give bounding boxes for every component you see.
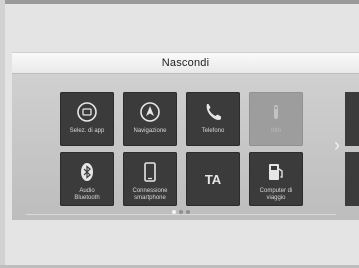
page-dot-active[interactable]: [172, 210, 176, 214]
tile-label: Selez. di app: [69, 128, 105, 134]
tile-trip-computer[interactable]: Computer di viaggio: [249, 152, 303, 206]
tile-label: Navigazione: [133, 128, 167, 134]
tile-label: Connessione smartphone: [132, 188, 168, 201]
page-dot[interactable]: [186, 210, 190, 214]
page-indicator: [172, 210, 190, 214]
phone-icon: [200, 99, 226, 125]
tile-traffic-announcement[interactable]: TA: [186, 152, 240, 206]
tile-bluetooth-audio[interactable]: Audio Bluetooth: [60, 152, 114, 206]
screen-top-frame: [0, 0, 359, 4]
chevron-right-icon[interactable]: ›: [334, 135, 344, 155]
next-page-tile-peek[interactable]: [345, 152, 359, 206]
tile-label: Computer di viaggio: [259, 188, 293, 201]
tile-phone[interactable]: Telefono: [186, 92, 240, 146]
tile-label: Audio Bluetooth: [74, 188, 100, 201]
tile-app-select[interactable]: Selez. di app: [60, 92, 114, 146]
tile-label: Info: [270, 128, 281, 134]
smartphone-icon: [137, 159, 163, 185]
page-dot[interactable]: [179, 210, 183, 214]
tile-label: Telefono: [201, 128, 225, 134]
app-grid: Selez. di app Navigazione Telefono Info …: [60, 92, 303, 206]
panel-divider: [26, 214, 336, 215]
tile-info[interactable]: Info: [249, 92, 303, 146]
trip-computer-icon: [263, 159, 289, 185]
hide-button[interactable]: Nascondi: [12, 52, 359, 74]
bluetooth-icon: [74, 159, 100, 185]
app-select-icon: [74, 99, 100, 125]
ta-icon: TA: [204, 171, 222, 187]
hide-button-label: Nascondi: [161, 57, 210, 69]
tile-navigation[interactable]: Navigazione: [123, 92, 177, 146]
next-page-tile-peek[interactable]: [345, 92, 359, 146]
tile-smartphone-connection[interactable]: Connessione smartphone: [123, 152, 177, 206]
navigation-icon: [137, 99, 163, 125]
app-launcher-panel: Selez. di app Navigazione Telefono Info …: [12, 74, 359, 220]
info-icon: [263, 99, 289, 125]
screen-left-frame: [0, 0, 5, 268]
